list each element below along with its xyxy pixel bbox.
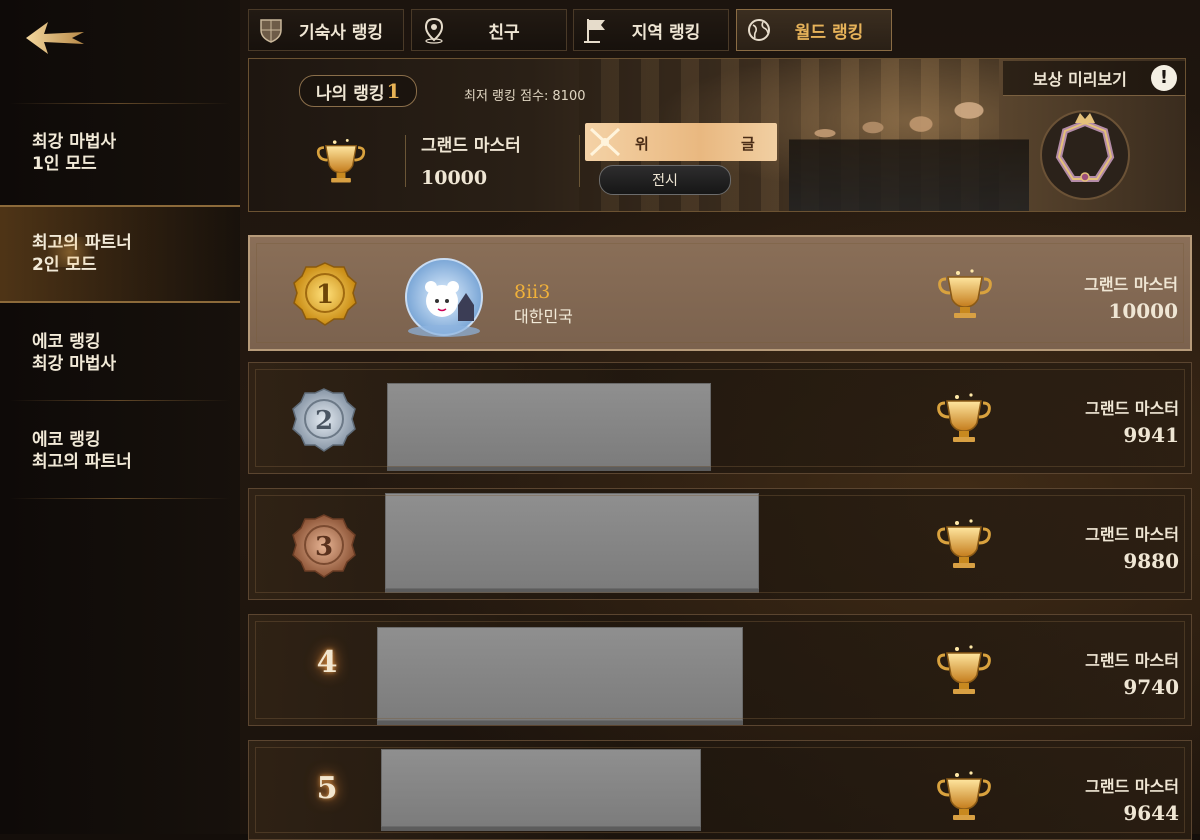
rank-number: 4 — [316, 645, 338, 680]
player-country: 대한민국 — [514, 307, 573, 326]
redacted-player-info — [387, 383, 711, 467]
ranking-row[interactable]: 5 그랜드 마스터 9644 — [248, 740, 1192, 840]
redacted-player-info — [377, 627, 743, 721]
reward-preview-label: 보상 미리보기 — [1033, 70, 1127, 89]
my-rank-number: 1 — [386, 79, 401, 103]
crossed-wands-icon — [589, 127, 621, 157]
min-rank-score: 최저 랭킹 점수: 8100 — [464, 85, 586, 104]
info-alert-icon[interactable]: ! — [1151, 65, 1177, 91]
reward-avatar-frame-icon — [1040, 110, 1130, 200]
trophy-icon — [938, 269, 992, 318]
reward-preview-panel[interactable]: 보상 미리보기 ! — [1003, 59, 1185, 211]
reward-preview-header[interactable]: 보상 미리보기 ! — [1003, 61, 1185, 96]
sidebar-item-label: 에코 랭킹 최고의 파트너 — [32, 430, 132, 472]
redacted-player-info — [381, 749, 701, 827]
display-button[interactable]: 전시 — [599, 165, 731, 195]
tab-label: 월드 랭킹 — [794, 22, 864, 43]
tab-region-ranking[interactable]: 지역 랭킹 — [573, 9, 729, 51]
player-avatar — [405, 258, 483, 337]
my-score: 10000 — [421, 167, 488, 189]
min-score-value: 8100 — [552, 89, 586, 104]
bronze-medal-icon: 3 — [292, 514, 356, 578]
trophy-icon — [937, 393, 991, 442]
trophy-icon — [316, 138, 366, 183]
my-rank-label: 나의 랭킹 — [316, 83, 385, 104]
silver-medal-icon: 2 — [292, 388, 356, 452]
my-rank-badge: 나의 랭킹 1 — [299, 75, 418, 107]
score: 9941 — [1123, 423, 1179, 447]
divider — [579, 135, 580, 187]
divider — [405, 135, 406, 187]
trophy-icon — [937, 645, 991, 694]
tab-label: 친구 — [488, 22, 520, 43]
ranking-row[interactable]: 2 그랜드 마스터 9941 — [248, 362, 1192, 474]
min-score-label: 최저 랭킹 점수: — [464, 89, 549, 104]
score: 9740 — [1123, 675, 1179, 699]
score: 9644 — [1123, 801, 1179, 825]
my-tier-label: 그랜드 마스터 — [421, 136, 521, 156]
sidebar-item-echo-solo[interactable]: 에코 랭킹 최강 마법사 — [0, 304, 240, 402]
trophy-icon — [937, 519, 991, 568]
tab-world-ranking[interactable]: 월드 랭킹 — [736, 9, 892, 51]
sidebar: 최강 마법사 1인 모드 최고의 파트너 2인 모드 에코 랭킹 최강 마법사 … — [0, 0, 240, 834]
sidebar-item-duo-mode[interactable]: 최고의 파트너 2인 모드 — [0, 205, 240, 303]
sidebar-item-solo-mode[interactable]: 최강 마법사 1인 모드 — [0, 104, 240, 202]
back-arrow-icon[interactable] — [22, 18, 88, 58]
ranking-row[interactable]: 1 8ii3 대한민국 그랜드 마스터 10000 — [248, 235, 1192, 351]
redacted-player-info — [385, 493, 759, 589]
tier-label: 그랜드 마스터 — [1085, 399, 1179, 418]
tier-label: 그랜드 마스터 — [1085, 777, 1179, 796]
tier-label: 그랜드 마스터 — [1085, 525, 1179, 544]
sidebar-divider — [10, 498, 230, 499]
sidebar-item-echo-duo[interactable]: 에코 랭킹 최고의 파트너 — [0, 402, 240, 500]
sidebar-item-label: 최강 마법사 1인 모드 — [32, 132, 117, 174]
sidebar-divider — [10, 400, 230, 401]
ranking-row[interactable]: 3 그랜드 마스터 9880 — [248, 488, 1192, 600]
sidebar-item-label: 최고의 파트너 2인 모드 — [32, 233, 132, 275]
tab-friends[interactable]: 친구 — [411, 9, 567, 51]
medal-number: 2 — [315, 406, 333, 436]
tab-label: 기숙사 랭킹 — [298, 22, 384, 43]
equipped-title-banner: 위 글 — [585, 123, 777, 161]
score: 9880 — [1123, 549, 1179, 573]
player-name: 8ii3 — [514, 281, 551, 303]
gold-medal-icon: 1 — [293, 262, 357, 326]
medal-number: 1 — [316, 280, 334, 310]
tab-house-ranking[interactable]: 기숙사 랭킹 — [248, 9, 404, 51]
banner-characters — [789, 99, 1029, 211]
tier-label: 그랜드 마스터 — [1085, 651, 1179, 670]
score: 10000 — [1108, 299, 1178, 323]
medal-number: 3 — [315, 532, 333, 562]
title-text-right: 글 — [741, 135, 755, 153]
rank-number: 5 — [316, 771, 338, 806]
trophy-icon — [937, 771, 991, 820]
title-text-left: 위 — [635, 135, 649, 153]
tab-label: 지역 랭킹 — [631, 22, 701, 43]
ranking-row[interactable]: 4 그랜드 마스터 9740 — [248, 614, 1192, 726]
my-ranking-banner: 나의 랭킹 1 최저 랭킹 점수: 8100 그랜드 마스터 10000 위 글 … — [248, 58, 1186, 212]
tier-label: 그랜드 마스터 — [1084, 275, 1178, 294]
sidebar-item-label: 에코 랭킹 최강 마법사 — [32, 332, 117, 374]
